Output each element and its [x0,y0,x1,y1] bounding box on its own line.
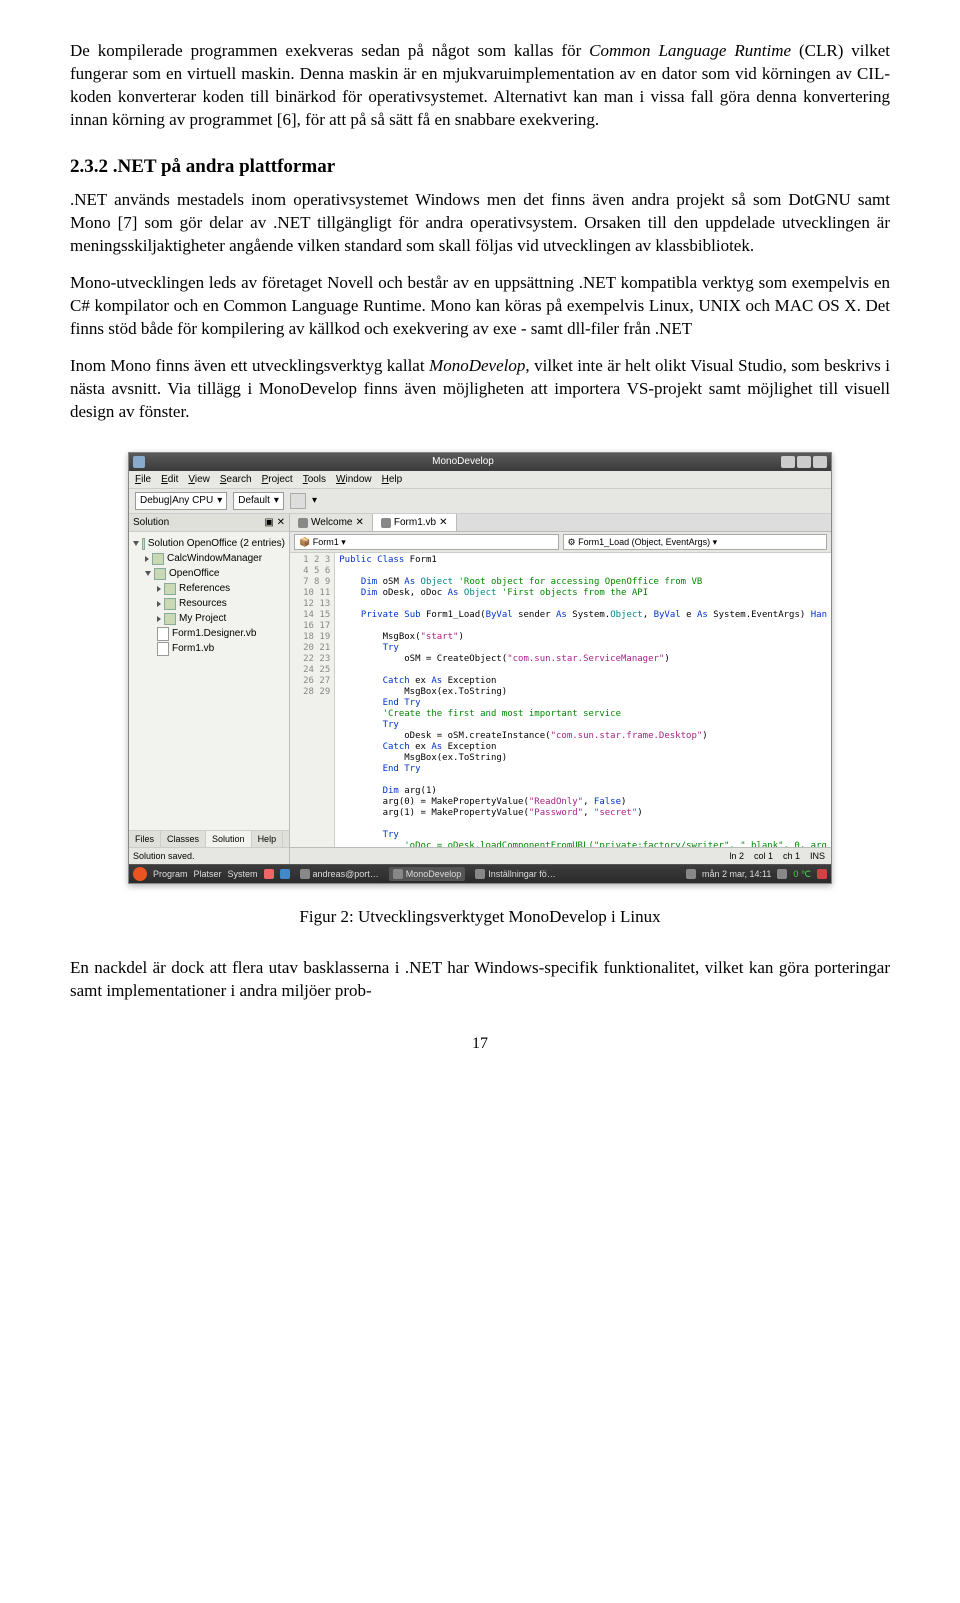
paragraph-2: .NET används mestadels inom operativsyst… [70,189,890,258]
paragraph-1: De kompilerade programmen exekveras seda… [70,40,890,132]
menu-help[interactable]: Help [382,473,403,487]
paragraph-3: Mono-utvecklingen leds av företaget Nove… [70,272,890,341]
tree-item[interactable]: Form1.vb [133,641,285,656]
side-tab-classes[interactable]: Classes [161,831,206,847]
section-heading: 2.3.2 .NET på andra plattformar [70,154,890,180]
tree-item[interactable]: My Project [133,611,285,626]
desktop-taskbar: Program Platser System andreas@port… Mon… [129,864,831,883]
tree-root[interactable]: Solution OpenOffice (2 entries) [133,536,285,551]
page-number: 17 [70,1033,890,1055]
window-title: MonoDevelop [145,455,781,469]
menu-bar: File Edit View Search Project Tools Wind… [129,471,831,489]
editor-statusbar: ln 2 col 1 ch 1 INS [290,847,831,864]
tree-item[interactable]: Resources [133,596,285,611]
paragraph-5: En nackdel är dock att flera utav baskla… [70,957,890,1003]
close-icon[interactable]: ✕ [356,516,364,530]
side-tab-solution[interactable]: Solution [206,831,252,847]
config-combo[interactable]: Debug|Any CPU▾ [135,492,227,510]
editor-pane: Welcome✕ Form1.vb✕ 📦 Form1 ▾ ⚙ Form1_Loa… [290,514,831,864]
solution-sidebar: Solution ▣ ✕ Solution OpenOffice (2 entr… [129,514,290,864]
tree-item[interactable]: Form1.Designer.vb [133,626,285,641]
volume-icon[interactable] [777,869,787,879]
status-ln: ln 2 [729,850,744,862]
class-selector[interactable]: 📦 Form1 ▾ [294,534,559,550]
menu-window[interactable]: Window [336,473,372,487]
run-icon[interactable] [290,493,306,509]
home-icon [298,518,308,528]
taskbar-item[interactable]: Inställningar fö… [471,867,560,881]
status-ins: INS [810,850,825,862]
monodevelop-ide: MonoDevelop File Edit View Search Projec… [128,452,832,884]
ubuntu-logo-icon[interactable] [133,867,147,881]
taskbar-item[interactable]: andreas@port… [296,867,383,881]
battery-label: 0 ℃ [793,868,811,880]
line-gutter: 1 2 3 4 5 6 7 8 9 10 11 12 13 14 15 16 1… [290,553,335,846]
file-icon [381,518,391,528]
close-button[interactable] [813,456,827,468]
code-content[interactable]: Public Class Form1 Dim oSM As Object 'Ro… [335,553,831,846]
app-icon [133,456,145,468]
ide-body: Solution ▣ ✕ Solution OpenOffice (2 entr… [129,514,831,864]
menu-file[interactable]: File [135,473,151,487]
panel-dock-icon[interactable]: ▣ ✕ [264,516,285,530]
menu-view[interactable]: View [188,473,210,487]
maximize-button[interactable] [797,456,811,468]
minimize-button[interactable] [781,456,795,468]
tree-item[interactable]: CalcWindowManager [133,551,285,566]
menu-system[interactable]: System [228,868,258,880]
clock[interactable]: mån 2 mar, 14:11 [702,868,771,880]
editor-context-bar: 📦 Form1 ▾ ⚙ Form1_Load (Object, EventArg… [290,532,831,553]
solution-header: Solution ▣ ✕ [129,514,289,533]
side-tab-files[interactable]: Files [129,831,161,847]
menu-program[interactable]: Program [153,868,188,880]
sidebar-tabs: Files Classes Solution Help [129,830,289,847]
member-selector[interactable]: ⚙ Form1_Load (Object, EventArgs) ▾ [563,534,828,550]
toolbar: Debug|Any CPU▾ Default▾ ▾ [129,488,831,514]
tab-welcome[interactable]: Welcome✕ [290,514,373,532]
menu-edit[interactable]: Edit [161,473,178,487]
code-editor[interactable]: 1 2 3 4 5 6 7 8 9 10 11 12 13 14 15 16 1… [290,553,831,846]
firefox-icon[interactable] [264,869,274,879]
sidebar-status: Solution saved. [129,847,289,864]
status-col: col 1 [754,850,773,862]
solution-tree: Solution OpenOffice (2 entries) CalcWind… [129,532,289,829]
tab-form1[interactable]: Form1.vb✕ [373,514,457,532]
status-ch: ch 1 [783,850,800,862]
menu-project[interactable]: Project [262,473,293,487]
window-titlebar: MonoDevelop [129,453,831,471]
close-icon[interactable]: ✕ [439,516,447,530]
menu-tools[interactable]: Tools [303,473,326,487]
tray-icon[interactable] [686,869,696,879]
taskbar-item[interactable]: MonoDevelop [389,867,466,881]
target-combo[interactable]: Default▾ [233,492,284,510]
figure-caption: Figur 2: Utvecklingsverktyget MonoDevelo… [70,906,890,929]
menu-platser[interactable]: Platser [194,868,222,880]
shutdown-icon[interactable] [817,869,827,879]
editor-tabs: Welcome✕ Form1.vb✕ [290,514,831,533]
paragraph-4: Inom Mono finns även ett utvecklingsverk… [70,355,890,424]
tree-item[interactable]: OpenOffice [133,566,285,581]
tree-item[interactable]: References [133,581,285,596]
help-icon[interactable] [280,869,290,879]
menu-search[interactable]: Search [220,473,252,487]
figure-2: MonoDevelop File Edit View Search Projec… [70,452,890,929]
side-tab-help[interactable]: Help [252,831,284,847]
